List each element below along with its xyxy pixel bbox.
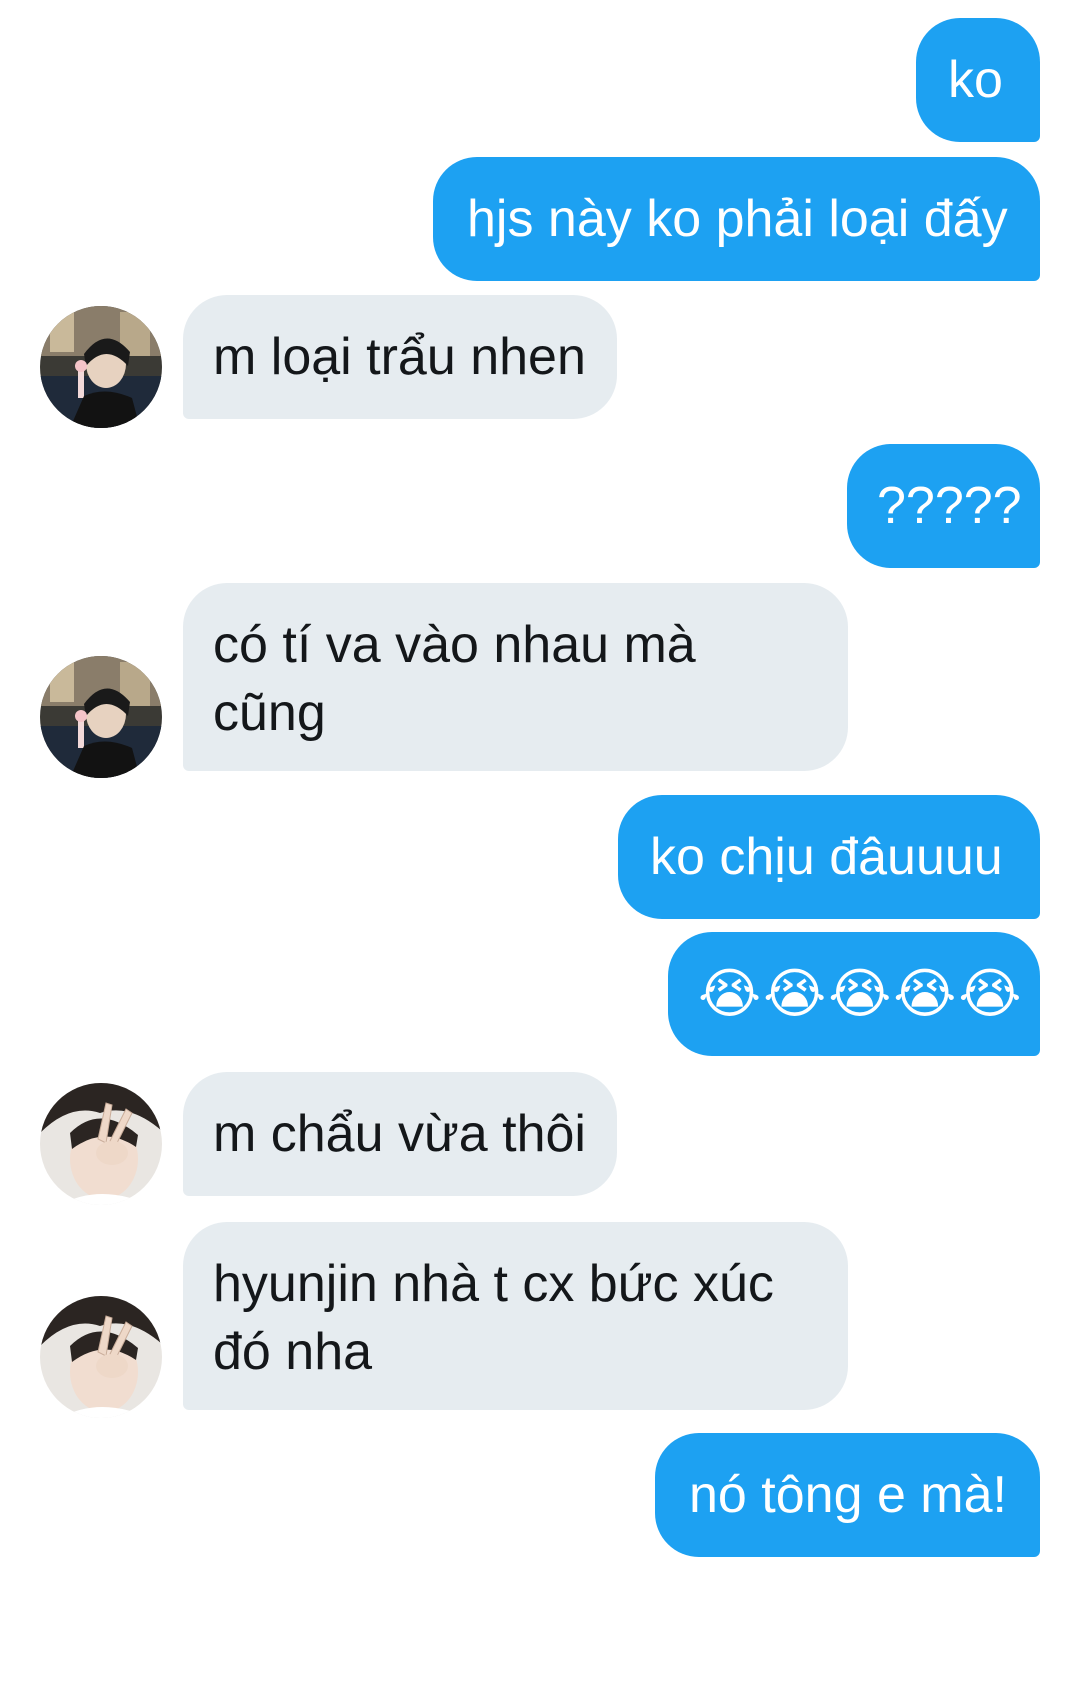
message-bubble-received[interactable]: có tí va vào nhau mà cũng [183, 583, 848, 771]
message-bubble-sent[interactable]: hjs này ko phải loại đấy [433, 157, 1040, 281]
avatar[interactable] [40, 306, 162, 428]
message-text: hyunjin nhà t cx bức xúc đó nha [213, 1255, 774, 1381]
message-text: ????? [877, 477, 1022, 535]
avatar[interactable] [40, 1296, 162, 1418]
message-bubble-sent[interactable]: 😭😭😭😭😭 [668, 932, 1040, 1056]
message-bubble-received[interactable]: m loại trẩu nhen [183, 295, 617, 419]
message-text: hjs này ko phải loại đấy [467, 190, 1008, 248]
message-bubble-sent[interactable]: ????? [847, 444, 1040, 568]
emoji-message-text: 😭😭😭😭😭 [698, 964, 1024, 1024]
message-bubble-sent[interactable]: nó tông e mà! [655, 1433, 1040, 1557]
message-text: có tí va vào nhau mà cũng [213, 616, 696, 742]
message-bubble-received[interactable]: m chẩu vừa thôi [183, 1072, 617, 1196]
message-text: m chẩu vừa thôi [213, 1105, 586, 1163]
avatar-user-a-icon [40, 656, 162, 778]
avatar-user-b-icon [40, 1296, 162, 1418]
avatar[interactable] [40, 1083, 162, 1205]
message-bubble-sent[interactable]: ko [916, 18, 1040, 142]
avatar-user-b-icon [40, 1083, 162, 1205]
message-bubble-sent[interactable]: ko chịu đâuuuu [618, 795, 1040, 919]
avatar-user-a-icon [40, 306, 162, 428]
avatar[interactable] [40, 656, 162, 778]
message-text: ko chịu đâuuuu [650, 828, 1003, 886]
message-bubble-received[interactable]: hyunjin nhà t cx bức xúc đó nha [183, 1222, 848, 1410]
message-text: nó tông e mà! [689, 1466, 1007, 1524]
message-text: ko [948, 51, 1003, 109]
message-text: m loại trẩu nhen [213, 328, 586, 386]
